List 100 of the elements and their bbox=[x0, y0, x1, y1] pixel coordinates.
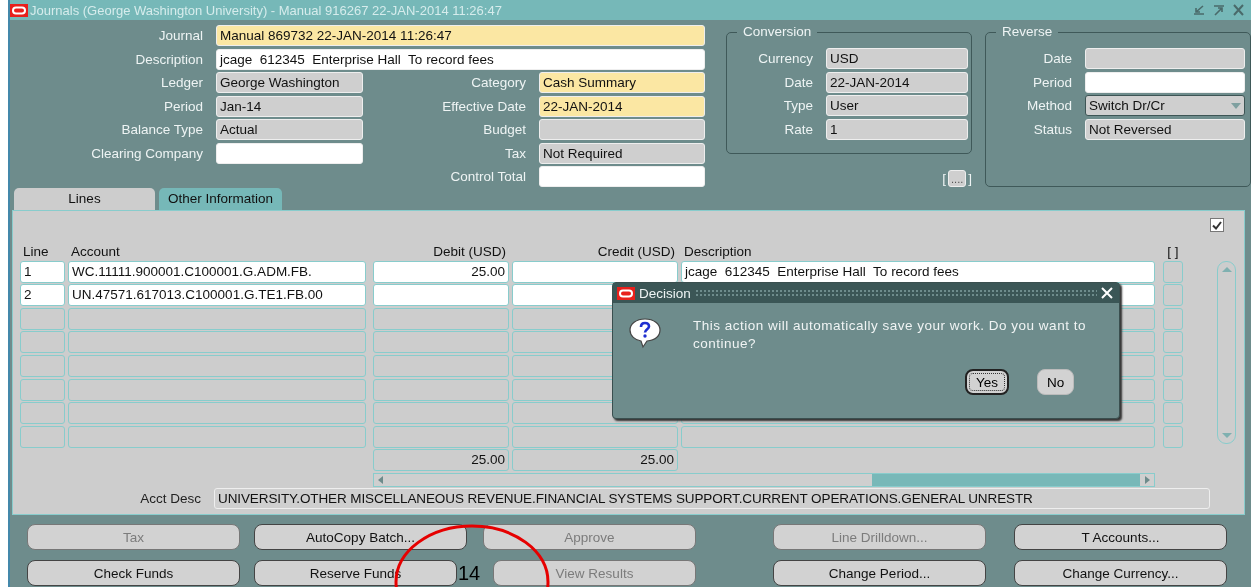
table-cell[interactable] bbox=[68, 354, 366, 377]
field-label: Type bbox=[782, 97, 813, 115]
column-header: Debit (USD) bbox=[432, 244, 507, 259]
bracket: ] bbox=[968, 170, 973, 187]
text-field[interactable]: User bbox=[826, 95, 968, 116]
table-cell[interactable] bbox=[1163, 378, 1183, 401]
table-cell[interactable] bbox=[373, 378, 509, 401]
table-cell[interactable] bbox=[1163, 331, 1183, 354]
field-label: Tax bbox=[504, 144, 526, 163]
action-button[interactable]: AutoCopy Batch... bbox=[254, 524, 467, 550]
column-header: Account bbox=[70, 244, 121, 259]
tab[interactable]: Lines bbox=[14, 188, 155, 210]
column-header: [ ] bbox=[1166, 244, 1180, 259]
text-field[interactable]: UNIVERSITY.OTHER MISCELLANEOUS REVENUE.FINANCIAL SYSTEMS SUPPORT.CURRENT OPERATIONS.GENERAL UNRESTR bbox=[214, 487, 1210, 509]
action-button[interactable]: Change Period... bbox=[773, 560, 986, 586]
oracle-logo-icon bbox=[617, 286, 635, 300]
dialog-button[interactable]: No bbox=[1037, 369, 1075, 395]
text-field[interactable]: Not Reversed bbox=[1085, 118, 1246, 140]
field-label: Currency bbox=[757, 50, 813, 68]
text-field[interactable]: Cash Summary bbox=[539, 72, 705, 93]
field-label: Clearing Company bbox=[90, 144, 203, 163]
dialog-button[interactable]: Yes bbox=[965, 369, 1010, 395]
maximize-icon[interactable] bbox=[1212, 4, 1226, 16]
checkbox[interactable] bbox=[1210, 218, 1224, 232]
field-label: Date bbox=[1042, 50, 1073, 68]
table-cell[interactable] bbox=[512, 260, 678, 283]
table-cell[interactable] bbox=[1163, 425, 1183, 448]
text-field[interactable]: jcage 612345 Enterprise Hall To record fees bbox=[216, 48, 705, 70]
table-cell[interactable] bbox=[20, 307, 65, 330]
text-field[interactable]: 22-JAN-2014 bbox=[826, 71, 968, 93]
oracle-logo-icon bbox=[10, 3, 28, 17]
bracket: [ bbox=[942, 170, 947, 187]
action-button[interactable]: Check Funds bbox=[27, 560, 240, 586]
action-button[interactable]: Change Currency... bbox=[1014, 560, 1227, 586]
column-header: Credit (USD) bbox=[596, 244, 676, 259]
table-cell[interactable]: jcage 612345 Enterprise Hall To record fees bbox=[681, 260, 1155, 283]
table-cell[interactable] bbox=[373, 354, 509, 377]
column-header: Line bbox=[22, 244, 50, 259]
table-cell[interactable] bbox=[373, 402, 509, 425]
text-field[interactable]: Manual 869732 22-JAN-2014 11:26:47 bbox=[216, 25, 705, 46]
dialog-title: Decision bbox=[639, 285, 691, 301]
text-field[interactable]: USD bbox=[826, 48, 968, 69]
field-label: Description bbox=[134, 50, 203, 69]
field-label: Date bbox=[783, 73, 813, 92]
column-header: Description bbox=[683, 244, 753, 259]
question-icon bbox=[627, 317, 663, 349]
table-cell[interactable] bbox=[68, 425, 366, 448]
table-cell[interactable] bbox=[1163, 307, 1183, 330]
field-label: Rate bbox=[783, 120, 813, 139]
table-cell[interactable] bbox=[20, 378, 65, 401]
text-field[interactable]: 22-JAN-2014 bbox=[539, 95, 705, 117]
table-cell[interactable]: WC.11111.900001.C100001.G.ADM.FB. bbox=[68, 260, 366, 283]
text-field[interactable] bbox=[539, 166, 705, 187]
table-cell[interactable] bbox=[68, 331, 366, 354]
method-dropdown[interactable]: Switch Dr/Cr bbox=[1085, 95, 1246, 116]
table-cell[interactable] bbox=[68, 402, 366, 425]
total-cell: 25.00 bbox=[512, 449, 678, 472]
field-label: Control Total bbox=[449, 168, 526, 186]
text-field[interactable] bbox=[539, 119, 705, 140]
text-field[interactable] bbox=[1085, 71, 1246, 93]
table-cell[interactable] bbox=[512, 425, 678, 448]
scroll-up-icon[interactable] bbox=[1220, 265, 1233, 273]
table-cell[interactable] bbox=[20, 354, 65, 377]
table-cell[interactable] bbox=[20, 331, 65, 354]
minimize-icon[interactable] bbox=[1192, 4, 1206, 16]
total-cell: 25.00 bbox=[373, 449, 509, 472]
text-field[interactable]: George Washington bbox=[216, 72, 363, 93]
table-cell[interactable] bbox=[373, 425, 509, 448]
table-cell[interactable] bbox=[373, 284, 509, 307]
action-button[interactable]: T Accounts... bbox=[1014, 524, 1227, 550]
more-button[interactable]: .... bbox=[948, 170, 967, 187]
field-label: Budget bbox=[482, 121, 526, 139]
table-cell[interactable]: 25.00 bbox=[373, 260, 509, 283]
field-label: Method bbox=[1026, 97, 1073, 115]
table-cell[interactable] bbox=[681, 425, 1155, 448]
field-label: Period bbox=[1032, 73, 1073, 92]
text-field[interactable]: Actual bbox=[216, 119, 363, 140]
text-field[interactable] bbox=[1085, 48, 1246, 69]
text-field[interactable]: 1 bbox=[826, 118, 968, 140]
table-cell[interactable] bbox=[1163, 260, 1183, 283]
text-field[interactable]: Not Required bbox=[539, 142, 705, 164]
table-cell[interactable] bbox=[1163, 402, 1183, 425]
text-field[interactable]: Jan-14 bbox=[216, 95, 363, 117]
horizontal-scrollbar[interactable] bbox=[373, 472, 1155, 487]
table-cell[interactable] bbox=[1163, 284, 1183, 307]
window-title: Journals (George Washington University) - Manual 916267 22-JAN-2014 11:26:47 bbox=[30, 2, 502, 18]
table-cell[interactable] bbox=[1163, 354, 1183, 377]
table-cell[interactable] bbox=[20, 425, 65, 448]
table-cell[interactable]: 2 bbox=[20, 284, 65, 307]
table-cell[interactable] bbox=[68, 378, 366, 401]
table-cell[interactable] bbox=[68, 307, 366, 330]
text-field[interactable] bbox=[216, 142, 363, 164]
table-cell[interactable]: UN.47571.617013.C100001.G.TE1.FB.00 bbox=[68, 284, 366, 307]
tab[interactable]: Other Information bbox=[159, 188, 283, 210]
table-cell[interactable] bbox=[373, 331, 509, 354]
scroll-down-icon[interactable] bbox=[1220, 432, 1233, 440]
table-cell[interactable] bbox=[20, 402, 65, 425]
vertical-scrollbar[interactable] bbox=[1217, 261, 1236, 444]
table-cell[interactable] bbox=[373, 307, 509, 330]
table-cell[interactable]: 1 bbox=[20, 260, 65, 283]
